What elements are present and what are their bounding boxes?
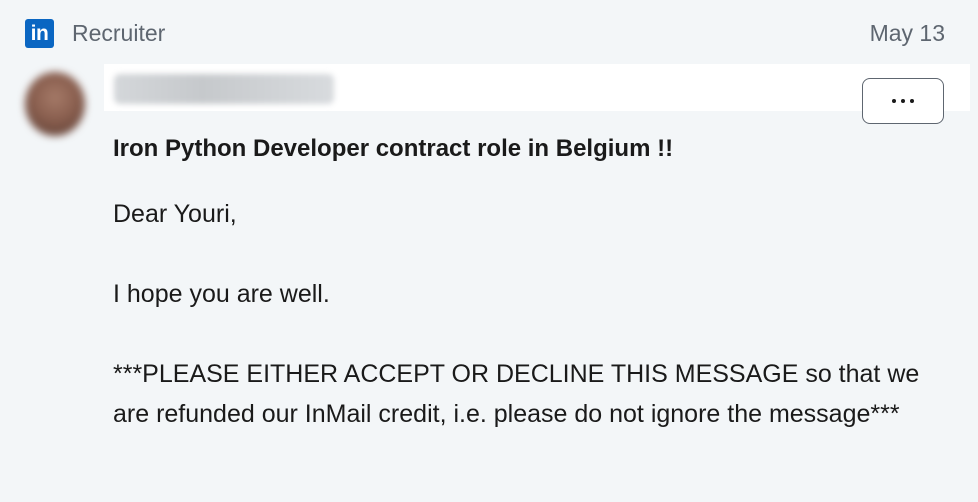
ellipsis-icon <box>863 79 943 123</box>
sender-row <box>104 64 970 111</box>
message-date: May 13 <box>869 20 945 46</box>
message-subject: Iron Python Developer contract role in B… <box>113 135 674 162</box>
message-header: in Recruiter May 13 <box>0 0 978 64</box>
dot <box>901 99 905 103</box>
source-label: Recruiter <box>72 20 166 46</box>
dot <box>892 99 896 103</box>
linkedin-logo-icon: in <box>25 19 54 48</box>
dot <box>910 99 914 103</box>
sender-avatar[interactable] <box>25 72 85 136</box>
message-notice: ***PLEASE EITHER ACCEPT OR DECLINE THIS … <box>113 360 920 428</box>
message-body-line: I hope you are well. <box>113 280 330 308</box>
message-greeting: Dear Youri, <box>113 200 237 228</box>
more-options-button[interactable] <box>862 78 944 124</box>
sender-name-redacted[interactable] <box>114 74 334 104</box>
